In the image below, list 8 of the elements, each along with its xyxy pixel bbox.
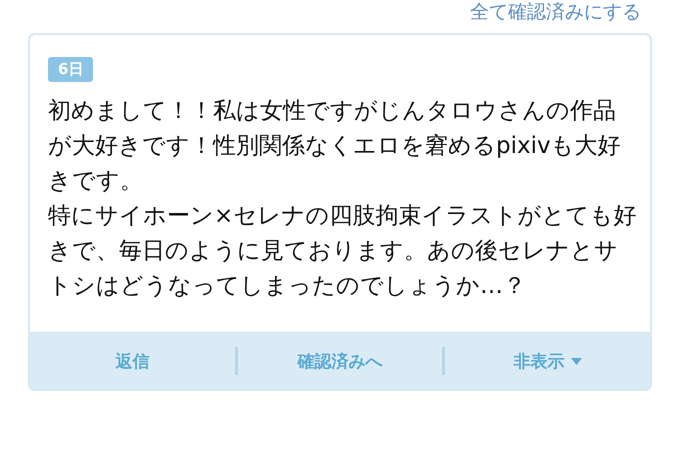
- hide-dropdown-button[interactable]: 非表示: [445, 342, 650, 380]
- message-text: 初めまして！！私は女性ですがじんタロウさんの作品が大好きです！性別関係なくエロを窘めるpixivも大好きです。: [48, 97, 622, 196]
- action-button[interactable]: 返信: [30, 342, 235, 380]
- message-text: 特にサイホーン×セレナの四肢拘束イラストがとても好きで、毎日のように見ております。あの後セレナとサトシはどうなってしまったのでしょうか…？: [48, 202, 638, 301]
- date-badge: 6日: [48, 57, 94, 82]
- caret-icon: [570, 358, 582, 364]
- mark-all-read-link[interactable]: 全て確認済みにする: [470, 0, 641, 24]
- action-button[interactable]: 確認済みへ: [238, 342, 442, 380]
